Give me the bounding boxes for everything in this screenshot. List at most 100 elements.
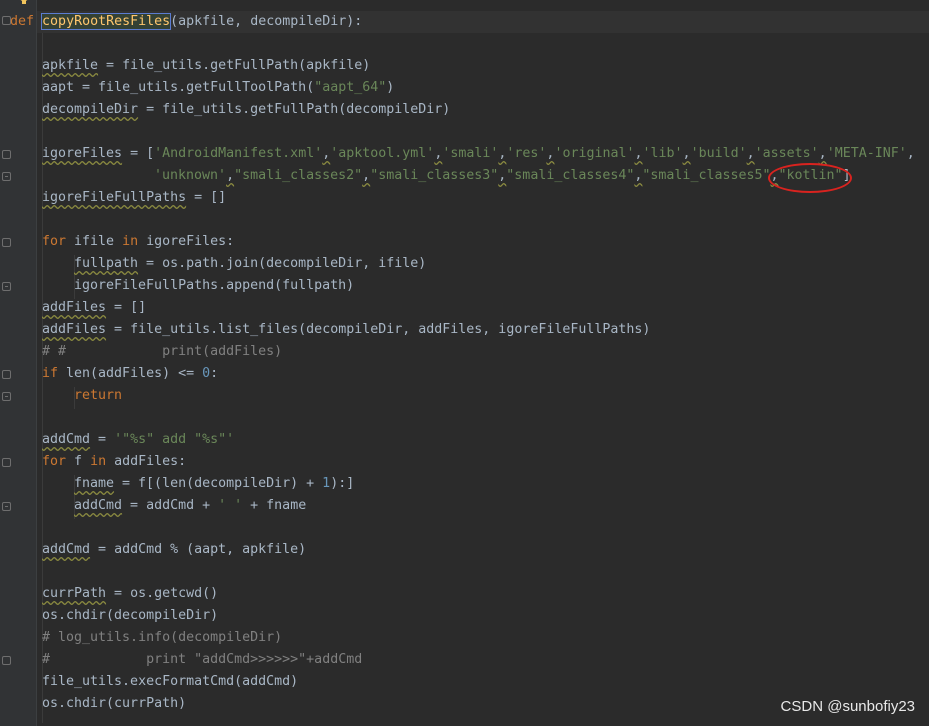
variable: decompileDir [42,102,139,117]
fold-toggle-icon[interactable] [2,370,11,379]
code-text: = [90,432,115,447]
variable: addFiles [42,322,107,337]
string-literal: 'smali' [442,146,499,161]
string-literal: "smali_classes5" [642,168,771,183]
fold-toggle-icon[interactable] [2,458,11,467]
keyword: in [122,234,139,249]
variable: f [66,454,91,469]
code-line[interactable]: # # print(addFiles) [42,341,282,363]
code-text: igoreFiles: [138,234,235,249]
variable: fullpath [74,256,139,271]
code-line[interactable]: addCmd = addCmd % (aapt, apkfile) [42,539,306,561]
variable: apkfile [42,58,99,73]
code-text: ):] [330,476,355,491]
code-text: igoreFileFullPaths.append(fullpath) [74,278,355,293]
variable: addFiles [42,300,107,315]
code-line[interactable]: for ifile in igoreFiles: [42,231,234,253]
keyword: return [74,388,123,403]
code-line[interactable]: addFiles = [] [42,297,146,319]
code-line[interactable]: decompileDir = file_utils.getFullPath(de… [42,99,450,121]
code-line[interactable]: addFiles = file_utils.list_files(decompi… [42,319,650,341]
fold-end-icon[interactable] [2,282,11,291]
code-text: = addCmd + [122,498,219,513]
code-text: os.chdir(decompileDir) [42,608,219,623]
string-literal: 'assets' [754,146,819,161]
code-line[interactable]: aapt = file_utils.getFullToolPath("aapt_… [42,77,394,99]
code-line[interactable]: igoreFileFullPaths.append(fullpath) [74,275,354,297]
string-literal: 'AndroidManifest.xml' [154,146,323,161]
code-line[interactable]: addCmd = '"%s" add "%s"' [42,429,234,451]
string-literal: '"%s" add "%s"' [114,432,235,447]
variable: aapt [42,80,75,95]
code-text: = f[(len(decompileDir) + [114,476,323,491]
code-line[interactable]: os.chdir(currPath) [42,693,186,715]
function-name[interactable]: copyRootResFiles [41,13,172,30]
code-text: file_utils.execFormatCmd(addCmd) [42,674,299,689]
variable: igoreFileFullPaths [42,190,187,205]
code-text: = os.getcwd() [106,586,219,601]
code-line[interactable]: if len(addFiles) <= 0: [42,363,218,385]
code-text: ) [386,80,395,95]
string-literal: ' ' [218,498,243,513]
code-text: = file_utils.getFullPath(apkfile) [98,58,371,73]
fold-end-icon[interactable] [2,172,11,181]
code-text: = addCmd % (aapt, apkfile) [90,542,307,557]
number-literal: 0 [202,366,211,381]
code-line[interactable]: os.chdir(decompileDir) [42,605,218,627]
watermark: CSDN @sunbofiy23 [780,698,915,715]
code-line[interactable]: return [74,385,122,407]
code-text: = [] [106,300,147,315]
string-literal: "smali_classes4" [506,168,635,183]
string-literal: 'res' [506,146,547,161]
string-literal: 'original' [554,146,635,161]
keyword: for [42,234,67,249]
code-line[interactable]: currPath = os.getcwd() [42,583,218,605]
variable: currPath [42,586,107,601]
lightbulb-icon[interactable] [18,0,30,6]
comment: # log_utils.info(decompileDir) [42,630,283,645]
code-line[interactable]: fullpath = os.path.join(decompileDir, if… [74,253,426,275]
code-text: + fname [242,498,307,513]
code-text: (apkfile, decompileDir): [170,14,363,29]
code-line[interactable]: addCmd = addCmd + ' ' + fname [74,495,306,517]
variable: igoreFiles [42,146,123,161]
fold-toggle-icon[interactable] [2,238,11,247]
code-text: = file_utils.getFullPath(decompileDir) [138,102,451,117]
code-line[interactable]: file_utils.execFormatCmd(addCmd) [42,671,298,693]
code-text: len(addFiles) <= [58,366,203,381]
code-line[interactable]: # print "addCmd>>>>>>"+addCmd [42,649,362,671]
code-text: = file_utils.list_files(decompileDir, ad… [106,322,651,337]
code-text: os.chdir(currPath) [42,696,187,711]
variable: fname [74,476,115,491]
comment: # print "addCmd>>>>>>"+addCmd [42,652,363,667]
code-text: : [210,366,219,381]
code-line[interactable]: fname = f[(len(decompileDir) + 1):] [74,473,354,495]
fold-toggle-icon[interactable] [2,656,11,665]
keyword: for [42,454,67,469]
variable: addCmd [42,542,91,557]
code-line[interactable]: igoreFiles = ['AndroidManifest.xml','apk… [42,143,915,165]
string-literal: 'lib' [642,146,683,161]
code-text: = os.path.join(decompileDir, ifile) [138,256,427,271]
fold-toggle-icon[interactable] [2,150,11,159]
comment: # # print(addFiles) [42,344,283,359]
code-line[interactable]: 'unknown',"smali_classes2","smali_classe… [154,165,851,187]
code-editor[interactable]: def copyRootResFiles(apkfile, decompileD… [0,0,929,726]
code-line[interactable]: # log_utils.info(decompileDir) [42,627,282,649]
code-text: = [] [186,190,227,205]
code-text: = file_utils.getFullToolPath( [74,80,315,95]
variable: addCmd [42,432,91,447]
code-line[interactable]: igoreFileFullPaths = [] [42,187,226,209]
code-line[interactable]: for f in addFiles: [42,451,186,473]
annotation-circle [768,163,852,193]
editor-gutter[interactable] [0,0,37,726]
string-literal: "smali_classes2" [234,168,363,183]
fold-end-icon[interactable] [2,502,11,511]
fold-end-icon[interactable] [2,392,11,401]
keyword: def [10,14,35,29]
code-line[interactable]: apkfile = file_utils.getFullPath(apkfile… [42,55,370,77]
code-line[interactable]: def copyRootResFiles(apkfile, decompileD… [10,11,362,33]
code-text: addFiles: [106,454,187,469]
string-literal: 'apktool.yml' [330,146,435,161]
string-literal: "smali_classes3" [370,168,499,183]
